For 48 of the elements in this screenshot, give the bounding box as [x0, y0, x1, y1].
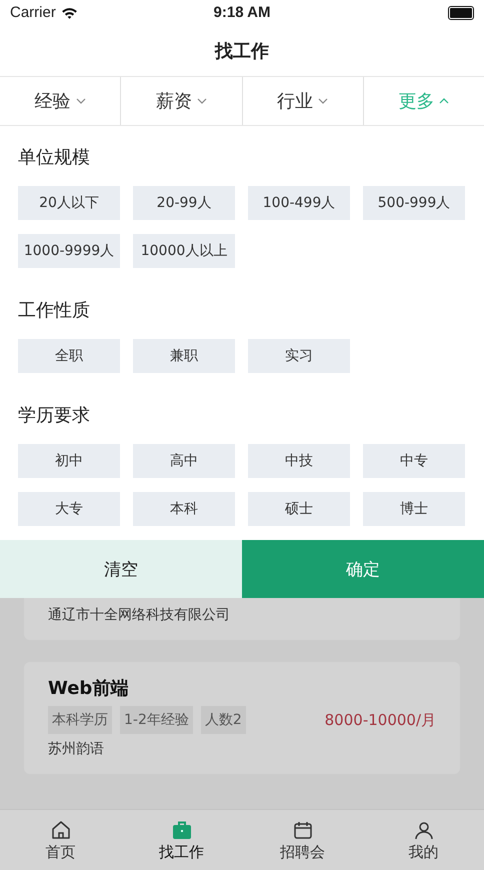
tab-bar-item[interactable]: 我的 [363, 810, 484, 870]
filter-option[interactable]: 中专 [363, 444, 465, 478]
tab-bar-item[interactable]: 首页 [0, 810, 121, 870]
job-tag: 人数2 [200, 706, 246, 734]
filter-option[interactable]: 高中 [133, 444, 235, 478]
filter-option[interactable]: 全职 [18, 339, 120, 373]
section-title: 单位规模 [18, 146, 91, 170]
filter-option[interactable]: 兼职 [133, 339, 235, 373]
caret-icon [76, 98, 86, 104]
filter-tab[interactable]: 经验 [0, 77, 120, 125]
filter-tab[interactable]: 行业 [242, 77, 363, 125]
filter-tab[interactable]: 薪资 [120, 77, 242, 125]
filter-option[interactable]: 10000人以上 [133, 234, 235, 268]
filter-option[interactable]: 实习 [248, 339, 350, 373]
page-title: 找工作 [215, 40, 269, 62]
filter-option[interactable]: 本科 [133, 492, 235, 526]
caret-icon [439, 98, 450, 104]
clear-button[interactable]: 清空 [0, 540, 242, 598]
company-name: 通辽市十全网络科技有限公司 [48, 606, 231, 624]
section-title: 工作性质 [18, 299, 91, 323]
tab-bar-item[interactable]: 找工作 [121, 810, 242, 870]
briefcase-icon [170, 818, 192, 840]
filter-option[interactable]: 1000-9999人 [18, 234, 120, 268]
job-tag: 1-2年经验 [120, 706, 193, 734]
job-tag: 本科学历 [48, 706, 112, 734]
wifi-icon [60, 6, 78, 18]
tab-bar-item[interactable]: 招聘会 [242, 810, 363, 870]
filter-option[interactable]: 500-999人 [363, 186, 465, 220]
filter-option[interactable]: 博士 [363, 492, 465, 526]
job-title: Web前端 [48, 677, 130, 700]
caret-icon [196, 98, 207, 104]
filter-option[interactable]: 100-499人 [248, 186, 350, 220]
job-card[interactable]: Web前端 本科学历 1-2年经验 人数2 8000-10000/月 苏州韵语 [24, 662, 460, 774]
carrier-label: Carrier [10, 4, 56, 21]
home-icon [50, 818, 72, 840]
filter-option[interactable]: 20-99人 [133, 186, 235, 220]
filter-option[interactable]: 大专 [18, 492, 120, 526]
salary-label: 8000-10000/月 [324, 710, 436, 730]
caret-icon [318, 98, 328, 104]
battery-icon [448, 6, 474, 20]
filter-option[interactable]: 初中 [18, 444, 120, 478]
section-title: 学历要求 [18, 404, 91, 428]
filter-option[interactable]: 硕士 [248, 492, 350, 526]
job-card[interactable]: 通辽市十全网络科技有限公司 [24, 598, 460, 640]
filter-option[interactable]: 中技 [248, 444, 350, 478]
company-name: 苏州韵语 [48, 740, 105, 758]
status-time: 9:18 AM [214, 4, 270, 21]
filter-option[interactable]: 20人以下 [18, 186, 120, 220]
